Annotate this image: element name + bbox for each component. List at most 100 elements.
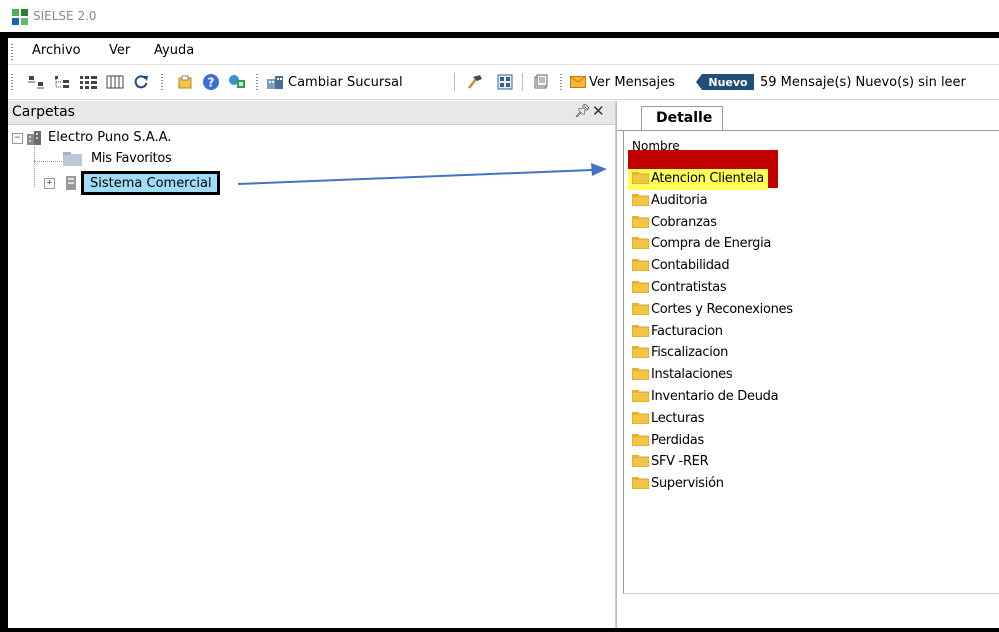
network-icon[interactable] xyxy=(226,73,248,91)
folder-row[interactable]: Compra de Energia xyxy=(632,233,771,253)
folder-row[interactable]: Contabilidad xyxy=(632,255,730,275)
favorites-folder-icon xyxy=(63,152,82,166)
folder-row[interactable]: Atencion Clientela xyxy=(632,168,764,188)
folder-label: Supervisión xyxy=(651,475,724,491)
small-icons-view-icon[interactable] xyxy=(26,73,48,91)
nuevo-badge-label: Nuevo xyxy=(708,75,748,89)
folder-row[interactable]: Supervisión xyxy=(632,473,724,493)
cambiar-sucursal-button[interactable]: Cambiar Sucursal xyxy=(266,73,446,91)
folder-label: Lecturas xyxy=(651,410,705,426)
cambiar-sucursal-label: Cambiar Sucursal xyxy=(288,74,403,90)
carpetas-panel-title: Carpetas xyxy=(12,104,75,120)
company-building-icon xyxy=(27,131,41,145)
window-title: SIELSE 2.0 xyxy=(33,9,97,23)
document-icon[interactable] xyxy=(530,73,552,91)
toolbar-separator-2 xyxy=(522,73,523,91)
folder-label: Cortes y Reconexiones xyxy=(651,301,793,317)
folder-icon xyxy=(632,237,649,249)
svg-text:?: ? xyxy=(208,76,215,90)
messages-status: 59 Mensaje(s) Nuevo(s) sin leer xyxy=(760,73,995,91)
folder-icon xyxy=(632,325,649,337)
window-frame-left xyxy=(0,32,8,632)
folder-row[interactable]: Instalaciones xyxy=(632,364,733,384)
tree-item-sistema-comercial[interactable]: Sistema Comercial xyxy=(81,171,220,195)
folder-icon xyxy=(632,368,649,380)
pin-icon[interactable]: 📌︎ xyxy=(574,104,591,119)
carpetas-panel-header: Carpetas 📌︎ ✕ xyxy=(8,101,615,125)
folder-icon xyxy=(632,346,649,358)
app-logo-icon xyxy=(12,9,28,25)
ver-mensajes-button[interactable]: Ver Mensajes xyxy=(570,73,688,91)
ver-mensajes-label: Ver Mensajes xyxy=(589,74,675,90)
folder-label: Contabilidad xyxy=(651,257,730,273)
folder-up-icon[interactable] xyxy=(174,73,196,91)
tree-connector-h xyxy=(34,161,62,162)
folder-label: SFV -RER xyxy=(651,453,709,469)
tree-view-icon[interactable] xyxy=(52,73,74,91)
server-icon xyxy=(66,176,76,190)
calculator-icon[interactable] xyxy=(494,73,516,91)
folder-icon xyxy=(632,281,649,293)
folder-label: Instalaciones xyxy=(651,366,733,382)
folder-label: Contratistas xyxy=(651,279,727,295)
folder-row[interactable]: Auditoria xyxy=(632,190,708,210)
folder-label: Atencion Clientela xyxy=(651,170,764,186)
sistema-comercial-label: Sistema Comercial xyxy=(90,176,212,191)
folder-label: Auditoria xyxy=(651,192,708,208)
tree-collapse-root[interactable]: − xyxy=(12,133,23,144)
title-bar: SIELSE 2.0 xyxy=(0,0,999,32)
folder-icon xyxy=(632,216,649,228)
list-view-icon[interactable] xyxy=(78,73,100,91)
folder-row[interactable]: Contratistas xyxy=(632,277,727,297)
nuevo-badge: Nuevo xyxy=(696,73,754,91)
folder-label: Inventario de Deuda xyxy=(651,388,779,404)
folder-row[interactable]: Cortes y Reconexiones xyxy=(632,299,793,319)
refresh-icon[interactable] xyxy=(130,73,152,91)
menu-archivo[interactable]: Archivo xyxy=(32,43,81,58)
mail-icon xyxy=(570,76,586,88)
folder-label: Compra de Energia xyxy=(651,235,772,251)
folder-label: Fiscalizacion xyxy=(651,344,729,360)
folder-row[interactable]: Cobranzas xyxy=(632,212,717,232)
building-icon xyxy=(267,76,283,89)
folder-icon xyxy=(632,303,649,315)
messages-status-text: 59 Mensaje(s) Nuevo(s) sin leer xyxy=(760,74,966,90)
tools-icon[interactable] xyxy=(464,73,486,91)
folder-icon xyxy=(632,259,649,271)
detalle-list: Nombre Atencion Clientela Auditoria Cobran… xyxy=(623,131,999,594)
tree-item-mis-favoritos[interactable]: Mis Favoritos xyxy=(91,151,172,166)
folder-row[interactable]: SFV -RER xyxy=(632,451,709,471)
toolbar: ? Cambiar Sucursal Ver Mensajes Nuevo 59… xyxy=(8,65,999,100)
toolbar-grip-2 xyxy=(161,74,163,90)
folder-icon xyxy=(632,455,649,467)
folder-icon xyxy=(632,172,649,184)
folder-row[interactable]: Facturacion xyxy=(632,321,723,341)
toolbar-grip-4 xyxy=(560,74,562,90)
menu-ayuda[interactable]: Ayuda xyxy=(154,43,194,58)
close-icon[interactable]: ✕ xyxy=(592,102,605,120)
carpetas-panel: Carpetas 📌︎ ✕ − Electro Puno S.A.A. Mis … xyxy=(8,101,616,628)
folder-label: Cobranzas xyxy=(651,214,717,230)
folder-icon xyxy=(632,390,649,402)
folder-row[interactable]: Perdidas xyxy=(632,430,704,450)
menu-ver[interactable]: Ver xyxy=(109,43,130,58)
menu-grip[interactable] xyxy=(11,44,13,60)
folder-row[interactable]: Lecturas xyxy=(632,408,704,428)
detalle-panel: Detalle Nombre Atencion Clientela Auditor… xyxy=(616,101,999,628)
help-icon[interactable]: ? xyxy=(200,73,222,91)
tree-item-electro-puno[interactable]: Electro Puno S.A.A. xyxy=(48,130,171,145)
folder-row[interactable]: Fiscalizacion xyxy=(632,342,728,362)
tab-detalle[interactable]: Detalle xyxy=(641,106,723,131)
details-view-icon[interactable] xyxy=(104,73,126,91)
folder-icon xyxy=(632,477,649,489)
tree-connector xyxy=(34,147,35,187)
folder-icon xyxy=(632,194,649,206)
tree-expand-sistema-comercial[interactable]: + xyxy=(44,178,55,189)
folder-row[interactable]: Inventario de Deuda xyxy=(632,386,779,406)
tab-detalle-label: Detalle xyxy=(656,110,713,126)
toolbar-grip[interactable] xyxy=(11,74,13,90)
menu-bar: Archivo Ver Ayuda xyxy=(8,38,999,65)
toolbar-separator xyxy=(454,73,455,91)
folder-label: Facturacion xyxy=(651,323,723,339)
folder-icon xyxy=(632,434,649,446)
